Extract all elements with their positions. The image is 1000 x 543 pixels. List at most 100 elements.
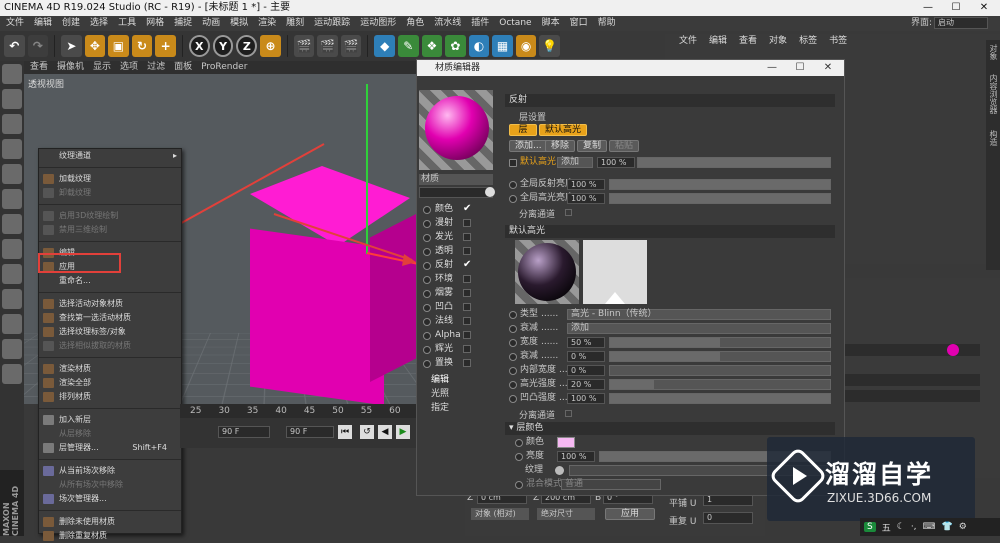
axis-mode-icon[interactable]	[2, 239, 22, 259]
menu-help[interactable]: 帮助	[598, 16, 616, 31]
cloner-icon[interactable]: ✿	[445, 35, 466, 57]
material-name-field[interactable]	[419, 187, 493, 198]
channel-bump[interactable]: 凹凸	[423, 301, 471, 314]
grid-icon[interactable]	[2, 339, 22, 359]
channel-diffusion[interactable]: 漫射	[423, 217, 471, 230]
channel-checkbox[interactable]	[463, 303, 471, 311]
channel-checkbox[interactable]	[463, 317, 471, 325]
tab-structure[interactable]: 构造	[987, 130, 999, 146]
channel-checkbox[interactable]	[463, 289, 471, 297]
menu-character[interactable]: 角色	[406, 16, 424, 31]
viewport-menu-view[interactable]: 查看	[30, 61, 48, 74]
loop-icon[interactable]: ↺	[360, 425, 374, 439]
prop-spec-strength-slider[interactable]	[609, 379, 831, 390]
channel-transparency[interactable]: 透明	[423, 245, 471, 258]
tab-default-specular[interactable]: 默认高光	[539, 124, 588, 136]
menu-simulate[interactable]: 模拟	[230, 16, 248, 31]
menu-item-add-new-layer[interactable]: 加入新层	[39, 413, 181, 427]
layer-row-default-specular[interactable]: 默认高光 添加 100 %	[505, 156, 835, 169]
channel-alpha[interactable]: Alpha	[423, 329, 471, 342]
menu-render[interactable]: 渲染	[258, 16, 276, 31]
moon-icon[interactable]: ☾	[897, 522, 905, 532]
redo-icon[interactable]: ↷	[27, 35, 49, 57]
prev-frame-icon[interactable]: ◀	[378, 425, 392, 439]
menu-item-select-active-material[interactable]: 选择活动对象材质	[39, 297, 181, 311]
tweak-mode-icon[interactable]	[2, 264, 22, 284]
menu-select[interactable]: 选择	[90, 16, 108, 31]
attribute-select-2[interactable]	[845, 390, 980, 402]
menu-item-find-first-material[interactable]: 查找第一选活动材质	[39, 311, 181, 325]
viewport-menu-camera[interactable]: 摄像机	[57, 61, 84, 74]
channel-reflectance[interactable]: 反射 ✔	[423, 259, 471, 272]
maximize-button[interactable]: ☐	[942, 0, 970, 16]
menu-animate[interactable]: 动画	[202, 16, 220, 31]
model-mode-icon[interactable]	[2, 89, 22, 109]
menu-item-select-texture-tag[interactable]: 选择纹理标签/对象	[39, 325, 181, 339]
punctuation-icon[interactable]: ·,	[911, 522, 917, 532]
menu-item-take-manager[interactable]: 场次管理器...	[39, 492, 181, 506]
menu-item-load-texture[interactable]: 加载纹理	[39, 172, 181, 186]
remove-layer-button[interactable]: 移除	[545, 140, 576, 152]
menu-create[interactable]: 创建	[62, 16, 80, 31]
channel-glow[interactable]: 辉光	[423, 343, 471, 356]
prop-falloff-slider[interactable]	[609, 351, 831, 362]
prop-attenuation-select[interactable]: 添加	[567, 323, 831, 334]
section-layer-color[interactable]: ▾ 层颜色	[505, 422, 835, 435]
size-mode-select[interactable]: 绝对尺寸	[537, 508, 595, 520]
menu-item-remove-from-take[interactable]: 从当前场次移除	[39, 464, 181, 478]
channel-color[interactable]: 颜色 ✔	[423, 203, 471, 216]
attribute-select[interactable]	[845, 374, 980, 386]
menu-motion-tracker[interactable]: 运动跟踪	[314, 16, 350, 31]
prop-bump-strength-slider[interactable]	[609, 393, 831, 404]
mat-minimize-button[interactable]: —	[758, 60, 786, 76]
attribute-field[interactable]	[845, 344, 980, 356]
channel-checkbox[interactable]	[463, 247, 471, 255]
undo-icon[interactable]: ↶	[4, 35, 25, 57]
mat-maximize-button[interactable]: ☐	[786, 60, 814, 76]
blend-mode-select[interactable]: 普通	[561, 479, 661, 490]
eyedropper-icon[interactable]	[485, 187, 495, 197]
add-icon[interactable]: +	[155, 35, 176, 57]
layer-percent-field[interactable]: 100 %	[597, 157, 635, 168]
prop-falloff-field[interactable]: 0 %	[567, 351, 605, 362]
snap-icon[interactable]	[2, 289, 22, 309]
object-menu-objects[interactable]: 对象	[769, 34, 787, 48]
goto-start-icon[interactable]: ⏮	[338, 425, 352, 439]
camera-icon[interactable]: ◉	[515, 35, 537, 57]
coord-mode-select[interactable]: 对象 (相对)	[471, 508, 529, 520]
frame-end-field[interactable]: 90 F	[218, 426, 270, 438]
prop-type-select[interactable]: 高光 - Blinn（传统）	[567, 309, 831, 320]
deformer-icon[interactable]: ◐	[468, 35, 490, 57]
separate-pass-checkbox-2[interactable]	[565, 410, 572, 417]
channel-checkbox[interactable]	[463, 359, 471, 367]
ime-mode[interactable]: 五	[882, 521, 891, 534]
move-icon[interactable]: ✥	[84, 35, 106, 57]
global-spec-slider[interactable]	[609, 193, 831, 204]
coord-system-icon[interactable]: ⊕	[260, 35, 281, 57]
object-menu-edit[interactable]: 编辑	[709, 34, 727, 48]
select-arrow-icon[interactable]: ➤	[61, 35, 82, 57]
repeat-u-field[interactable]: 0	[703, 512, 753, 524]
edges-mode-icon[interactable]	[2, 189, 22, 209]
layer-mode-select[interactable]: 添加	[557, 157, 593, 168]
pen-spline-icon[interactable]: ✎	[397, 35, 419, 57]
y-axis-icon[interactable]: Y	[212, 35, 234, 57]
prop-width-field[interactable]: 50 %	[567, 337, 605, 348]
checkmark-icon[interactable]: ✔	[463, 202, 471, 214]
menu-edit[interactable]: 编辑	[34, 16, 52, 31]
menu-sculpt[interactable]: 雕刻	[286, 16, 304, 31]
tab-content-browser[interactable]: 内容浏览器	[987, 74, 999, 114]
menu-pipeline[interactable]: 流水线	[434, 16, 461, 31]
channel-checkbox[interactable]	[463, 345, 471, 353]
close-button[interactable]: ✕	[970, 0, 998, 16]
subnav-assignment[interactable]: 指定	[431, 402, 449, 415]
viewport-menu-filter[interactable]: 过滤	[147, 61, 165, 74]
menu-octane[interactable]: Octane	[499, 16, 531, 31]
prop-inner-width-slider[interactable]	[609, 365, 831, 376]
subnav-editor[interactable]: 编辑	[431, 374, 449, 387]
menu-window[interactable]: 窗口	[570, 16, 588, 31]
channel-checkbox[interactable]	[463, 275, 471, 283]
subnav-illumination[interactable]: 光照	[431, 388, 449, 401]
scale-icon[interactable]: ▣	[108, 35, 129, 57]
lock-icon[interactable]	[2, 364, 22, 384]
